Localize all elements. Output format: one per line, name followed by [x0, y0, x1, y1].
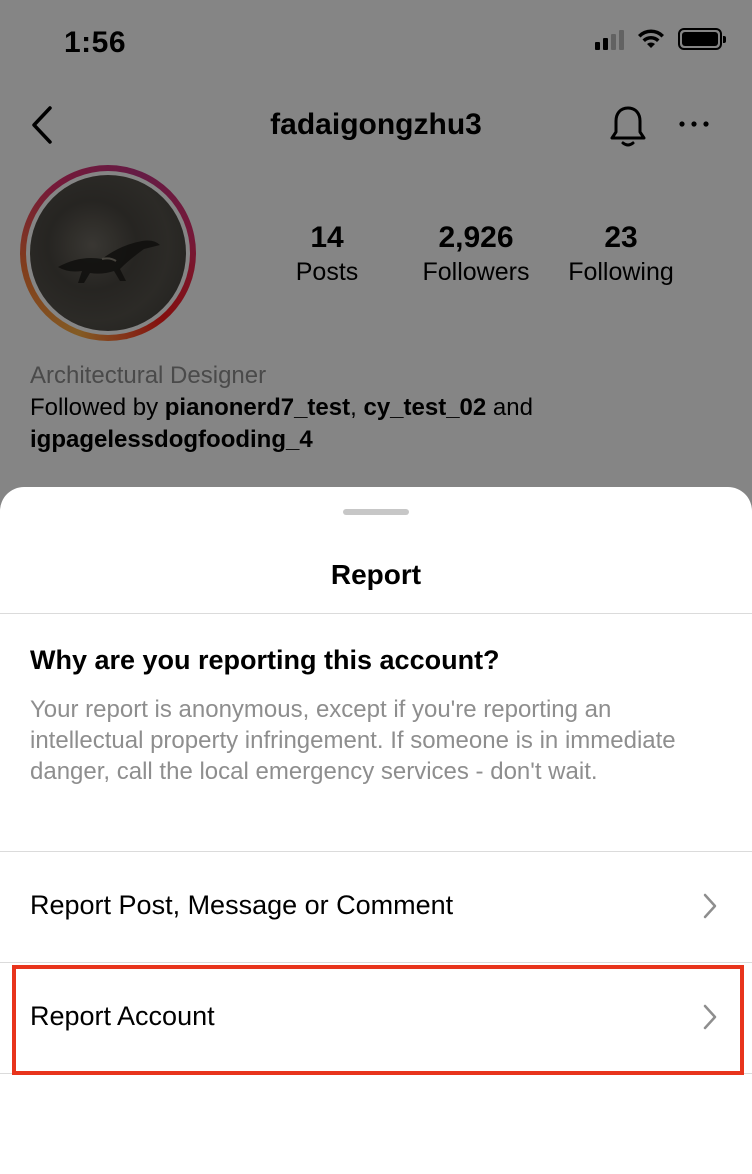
highlight-box: [12, 965, 744, 1075]
report-bottom-sheet: Report Why are you reporting this accoun…: [0, 487, 752, 1174]
divider: [0, 613, 752, 614]
report-explanation: Your report is anonymous, except if you'…: [30, 696, 676, 785]
report-post-message-comment-option[interactable]: Report Post, Message or Comment: [0, 852, 752, 962]
report-question: Why are you reporting this account?: [30, 645, 500, 675]
option-label: Report Post, Message or Comment: [30, 890, 454, 920]
sheet-title: Report: [330, 559, 422, 590]
sheet-drag-handle[interactable]: [343, 509, 409, 515]
chevron-right-icon: [703, 893, 717, 919]
